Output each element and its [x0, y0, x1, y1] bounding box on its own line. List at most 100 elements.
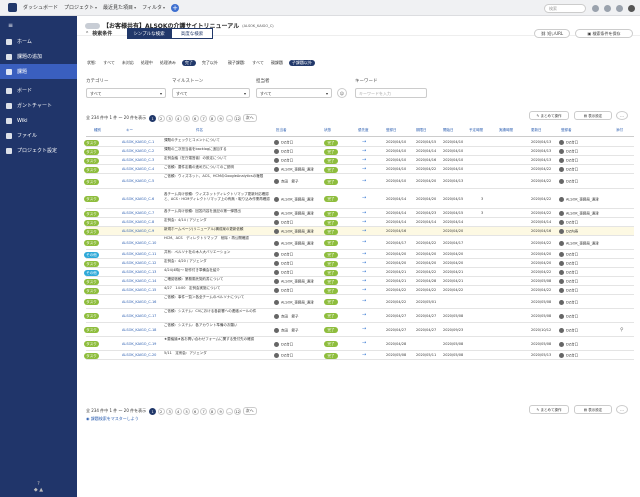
sidebar-item-1[interactable]: 課題の追加: [0, 49, 77, 64]
table-row[interactable]: タスク ALSOK_KAIGO_C-3 定例会議（在庁運営者）の設定について DZ合口…: [84, 156, 634, 165]
column-header[interactable]: 添付: [616, 128, 623, 133]
page-link[interactable]: 12: [234, 407, 242, 415]
page-link[interactable]: 7: [200, 407, 208, 415]
status-filter-0[interactable]: すべて: [102, 60, 116, 66]
issue-key-link[interactable]: ALSOK_KAIGO_C-8: [122, 220, 154, 225]
status-filter-5[interactable]: 完了以外: [201, 60, 219, 66]
issue-key-link[interactable]: ALSOK_KAIGO_C-7: [122, 211, 154, 216]
table-row[interactable]: その他 ALSOK_KAIGO_C-11 共有：ペルソナ社の木人大バリエーション DZ…: [84, 250, 634, 259]
issue-key-link[interactable]: ALSOK_KAIGO_C-4: [122, 167, 154, 172]
short-url-button[interactable]: ⛓ 短いURL: [534, 29, 570, 38]
page-link[interactable]: 9: [217, 114, 225, 122]
status-filter-3[interactable]: 処理済み: [159, 60, 177, 66]
table-row[interactable]: タスク ALSOK_KAIGO_C-9 新規ホームページ(リニューアル)構成案の更新…: [84, 227, 634, 236]
milestone-select[interactable]: すべて ▾: [172, 88, 250, 98]
page-link[interactable]: 4: [174, 114, 182, 122]
page-link[interactable]: 9: [217, 407, 225, 415]
table-row[interactable]: タスク ALSOK_KAIGO_C-8 定例会：4/14 / アジェンダ DZ合口 完了…: [84, 218, 634, 227]
table-row[interactable]: タスク ALSOK_KAIGO_C-5 ご依頼：ウィズネット、ACS、HCMのGoo…: [84, 174, 634, 189]
assignee-select[interactable]: すべて ▾: [256, 88, 332, 98]
sidebar-item-4[interactable]: ガントチャート: [0, 98, 77, 113]
issue-key-link[interactable]: ALSOK_KAIGO_C-17: [122, 314, 156, 319]
page-link[interactable]: 7: [200, 114, 208, 122]
issue-subject-link[interactable]: 4/27 14:00 定例会実施について: [164, 286, 274, 291]
page-link[interactable]: 5: [183, 407, 191, 415]
page-link[interactable]: 12: [234, 114, 242, 122]
table-row[interactable]: タスク ALSOK_KAIGO_C-14 ご確認依頼：業務委託契約書について ALSO…: [84, 277, 634, 286]
column-header[interactable]: キー: [126, 128, 133, 133]
table-row[interactable]: タスク ALSOK_KAIGO_C-19 ★要議論★各お問い合わせフォームに関する受…: [84, 337, 634, 351]
issue-key-link[interactable]: ALSOK_KAIGO_C-5: [122, 179, 154, 184]
issue-key-link[interactable]: ALSOK_KAIGO_C-2: [122, 149, 154, 154]
issue-key-link[interactable]: ALSOK_KAIGO_C-18: [122, 328, 156, 333]
issue-subject-link[interactable]: 定例会：4/14 / アジェンダ: [164, 218, 274, 223]
page-link[interactable]: 6: [191, 114, 199, 122]
page-link[interactable]: 2: [157, 407, 165, 415]
sidebar-item-6[interactable]: ファイル: [0, 128, 77, 143]
issue-subject-link[interactable]: 課題のチェックとコメントについて: [164, 138, 274, 143]
column-header[interactable]: 状態: [324, 128, 331, 133]
nav-recent[interactable]: 最近見た項目 ▾: [103, 4, 136, 11]
issue-subject-link[interactable]: ご依頼：要件定義の進め方についてのご説明: [164, 165, 274, 170]
table-row[interactable]: タスク ALSOK_KAIGO_C-1 課題のチェックとコメントについて DZ合口 完了…: [84, 138, 634, 147]
issue-key-link[interactable]: ALSOK_KAIGO_C-16: [122, 300, 156, 305]
tab-simple-search[interactable]: シンプルな検索: [127, 28, 171, 39]
display-settings-button[interactable]: ▤ 表示設定: [574, 111, 612, 120]
conditions-toggle[interactable]: ⌃ 検索条件: [85, 30, 112, 38]
status-filter-1[interactable]: 未対応: [121, 60, 135, 66]
sidebar-toggle[interactable]: ≡: [0, 16, 77, 34]
table-row[interactable]: タスク ALSOK_KAIGO_C-18 ご依頼：システム：各アカウント準備のお願い…: [84, 323, 634, 337]
page-link[interactable]: 3: [166, 114, 174, 122]
sidebar-item-2[interactable]: 課題: [0, 64, 77, 79]
table-row[interactable]: タスク ALSOK_KAIGO_C-2 課題の二次担当者をbacklogに追加する D…: [84, 147, 634, 156]
column-header[interactable]: 件名: [196, 128, 203, 133]
issue-subject-link[interactable]: ご依頼：システム：各アカウント準備のお願い: [164, 323, 274, 328]
table-row[interactable]: タスク ALSOK_KAIGO_C-15 4/27 14:00 定例会実施について D…: [84, 286, 634, 295]
page-link[interactable]: 1: [149, 407, 157, 415]
issue-key-link[interactable]: ALSOK_KAIGO_C-12: [122, 261, 156, 266]
parent-filter-2[interactable]: 子課題以外: [288, 60, 315, 66]
issue-key-link[interactable]: ALSOK_KAIGO_C-10: [122, 241, 156, 246]
page-link[interactable]: 8: [208, 407, 216, 415]
next-page-link[interactable]: 次へ: [242, 114, 257, 122]
page-link[interactable]: 3: [166, 407, 174, 415]
master-search-link[interactable]: ◉ 課題検索をマスターしよう: [86, 416, 139, 422]
sidebar-item-5[interactable]: Wiki: [0, 113, 77, 128]
nav-dashboard[interactable]: ダッシュボード: [23, 4, 58, 11]
status-filter-4[interactable]: 完了: [181, 60, 196, 66]
keyword-input[interactable]: キーワードを入力: [355, 88, 427, 98]
column-header[interactable]: 更新日: [531, 128, 542, 133]
parent-filter-0[interactable]: すべて: [251, 60, 265, 66]
issue-subject-link[interactable]: 各チーム向け依頼：ウィズネットディレクトリマップ更新対応確認と、ACS・HCMデ…: [164, 192, 274, 202]
next-page-link-bottom[interactable]: 次へ: [242, 407, 257, 415]
category-select[interactable]: すべて ▾: [86, 88, 166, 98]
issue-subject-link[interactable]: 5/11 定例会：アジェンダ: [164, 351, 274, 356]
page-link[interactable]: 8: [208, 114, 216, 122]
nav-projects[interactable]: プロジェクト ▾: [64, 4, 97, 11]
paperclip-icon[interactable]: ⚲: [620, 327, 624, 333]
page-link[interactable]: 4: [174, 407, 182, 415]
sidebar-item-3[interactable]: ボード: [0, 83, 77, 98]
issue-key-link[interactable]: ALSOK_KAIGO_C-20: [122, 353, 156, 358]
issue-subject-link[interactable]: 課題の二次担当者をbacklogに追加する: [164, 147, 274, 152]
page-link[interactable]: ...: [225, 407, 233, 415]
table-row[interactable]: タスク ALSOK_KAIGO_C-6 各チーム向け依頼：ウィズネットディレクトリマ…: [84, 189, 634, 209]
column-header[interactable]: 予定時間: [469, 128, 483, 133]
issue-subject-link[interactable]: HCM、ACS ディレクトリマップ 削除・再公開確認: [164, 236, 274, 241]
page-link[interactable]: 1: [149, 114, 157, 122]
issue-key-link[interactable]: ALSOK_KAIGO_C-11: [122, 252, 156, 257]
issue-subject-link[interactable]: 定例会：4/20 / アジェンダ: [164, 259, 274, 264]
save-search-button[interactable]: ▣ 検索条件を保存: [575, 29, 633, 38]
tab-advanced-search[interactable]: 高度な検索: [171, 28, 213, 39]
parent-filter-1[interactable]: 親課題: [270, 60, 284, 66]
nav-filter[interactable]: フィルタ ▾: [142, 4, 165, 11]
page-link[interactable]: 5: [183, 114, 191, 122]
page-link[interactable]: ...: [225, 114, 233, 122]
issue-subject-link[interactable]: ご依頼：事件一覧＞各全チームのペルソナについて: [164, 295, 274, 300]
issue-key-link[interactable]: ALSOK_KAIGO_C-9: [122, 229, 154, 234]
table-row[interactable]: タスク ALSOK_KAIGO_C-12 定例会：4/20 / アジェンダ DZ合口 完…: [84, 259, 634, 268]
myself-icon[interactable]: ☺: [337, 88, 347, 98]
add-icon[interactable]: +: [171, 3, 179, 12]
page-link[interactable]: 6: [191, 407, 199, 415]
issue-subject-link[interactable]: ご依頼：システム：CVにおける各影響への連絡メールの件: [164, 309, 274, 314]
